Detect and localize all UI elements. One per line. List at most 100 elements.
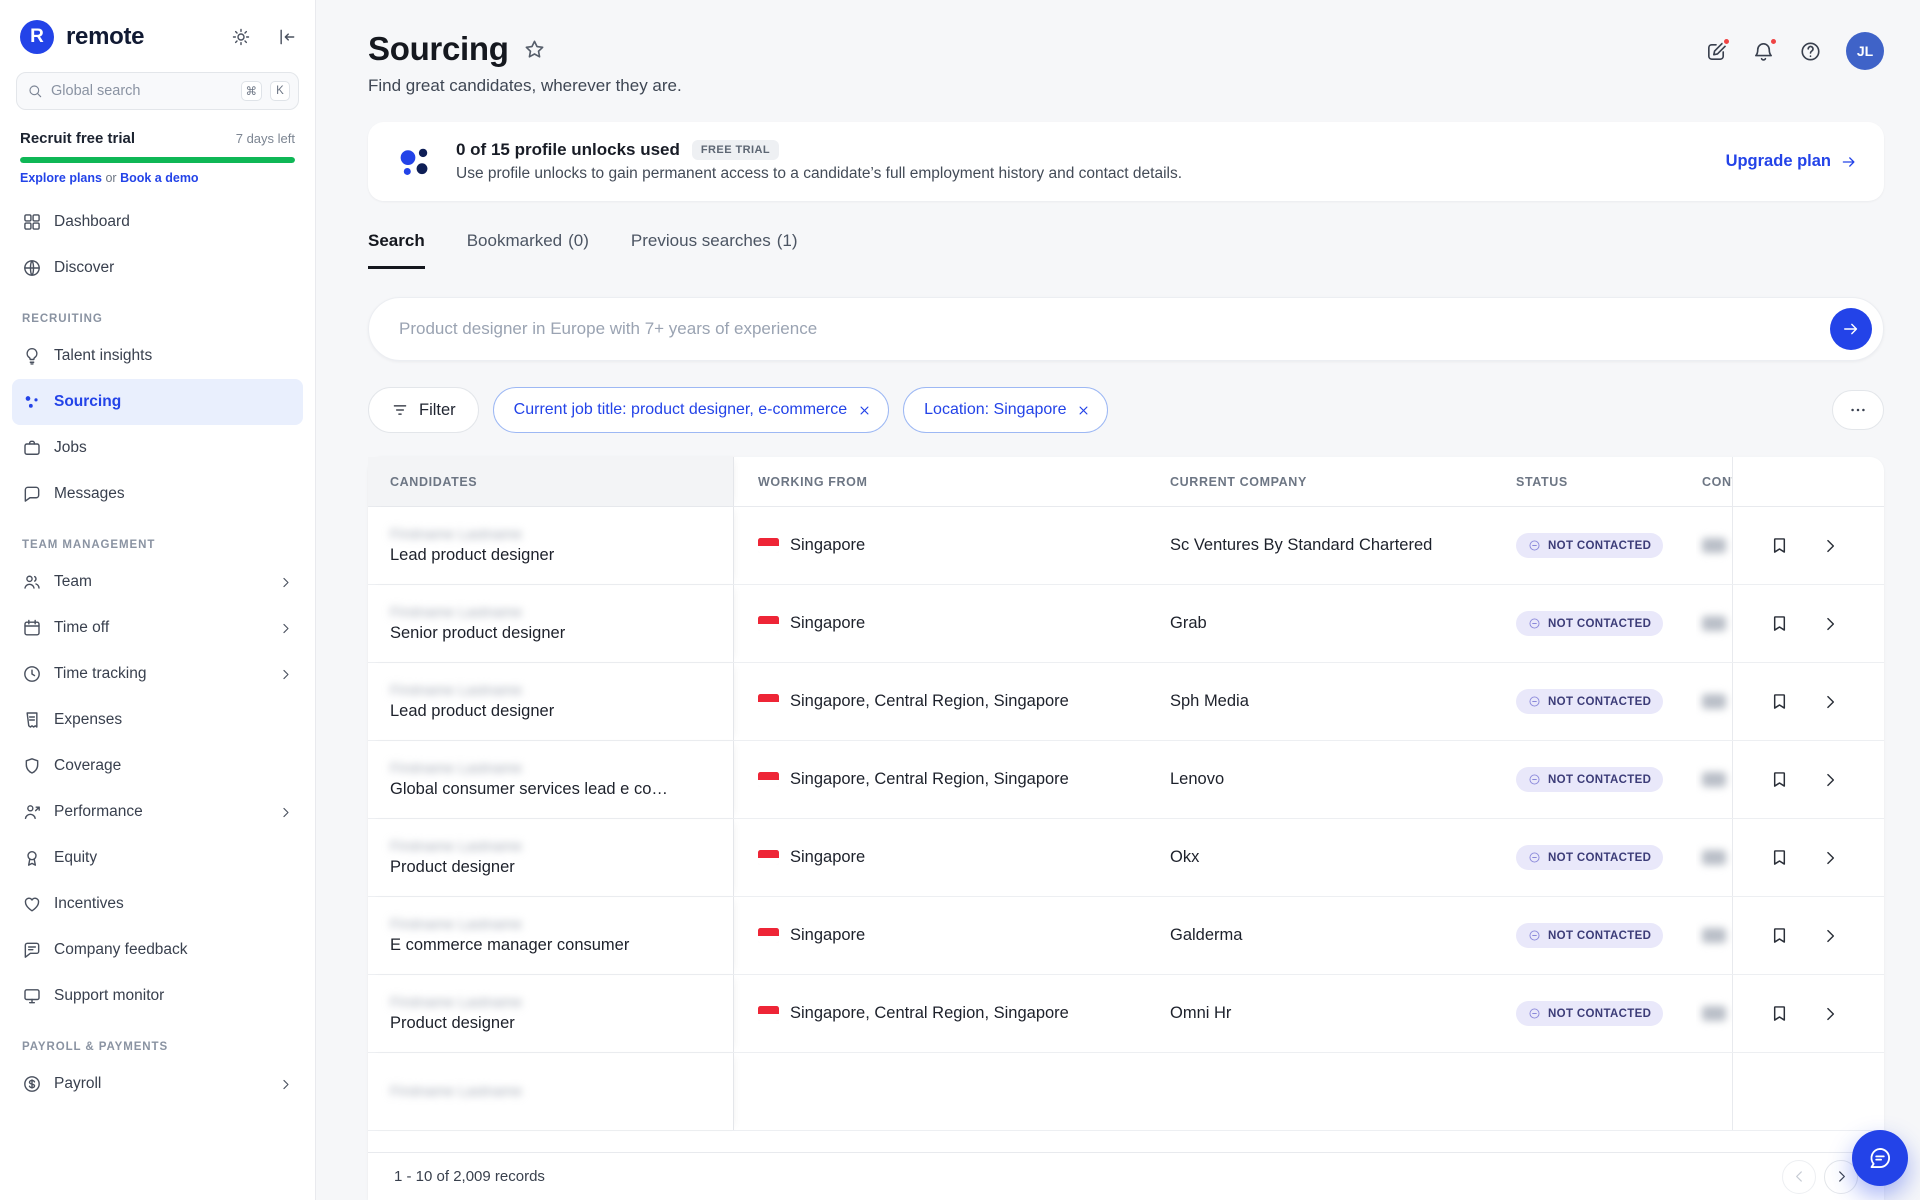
bookmark-button[interactable] bbox=[1769, 613, 1790, 634]
chevron-right-icon bbox=[278, 1077, 293, 1092]
chip-close-button[interactable] bbox=[857, 403, 872, 418]
explore-plans-link[interactable]: Explore plans bbox=[20, 171, 102, 185]
sidebar-item-support-monitor[interactable]: Support monitor bbox=[12, 973, 303, 1019]
sidebar-item-coverage[interactable]: Coverage bbox=[12, 743, 303, 789]
filter-button[interactable]: Filter bbox=[368, 387, 479, 433]
global-search[interactable]: ⌘ K bbox=[16, 72, 299, 110]
bookmark-button[interactable] bbox=[1769, 847, 1790, 868]
sidebar-item-equity[interactable]: Equity bbox=[12, 835, 303, 881]
status-badge-label: NOT CONTACTED bbox=[1548, 774, 1651, 786]
sidebar-item-sourcing[interactable]: Sourcing bbox=[12, 379, 303, 425]
sidebar-item-time-off[interactable]: Time off bbox=[12, 605, 303, 651]
table-body: Firstname LastnameLead product designerS… bbox=[368, 507, 1884, 1152]
status-badge-label: NOT CONTACTED bbox=[1548, 930, 1651, 942]
notifications-button[interactable] bbox=[1752, 40, 1775, 63]
row-actions bbox=[1732, 819, 1884, 896]
notification-dot bbox=[1722, 37, 1731, 46]
table-row[interactable]: Firstname Lastname bbox=[368, 1053, 1884, 1131]
bookmark-button[interactable] bbox=[1769, 535, 1790, 556]
sidebar-item-jobs[interactable]: Jobs bbox=[12, 425, 303, 471]
filter-chip[interactable]: Location: Singapore bbox=[903, 387, 1108, 433]
table-row[interactable]: Firstname LastnameProduct designer Singap… bbox=[368, 819, 1884, 897]
filter-chip[interactable]: Current job title: product designer, e-c… bbox=[493, 387, 889, 433]
collapse-sidebar-button[interactable] bbox=[277, 27, 297, 47]
chat-widget-button[interactable] bbox=[1852, 1130, 1908, 1186]
previous-page-button[interactable] bbox=[1782, 1160, 1816, 1194]
sidebar-item-messages[interactable]: Messages bbox=[12, 471, 303, 517]
open-candidate-button[interactable] bbox=[1820, 1004, 1840, 1024]
trial-days-left: 7 days left bbox=[236, 131, 295, 146]
upgrade-plan-link[interactable]: Upgrade plan bbox=[1726, 152, 1858, 171]
chat-icon bbox=[22, 484, 42, 504]
help-button[interactable] bbox=[1799, 40, 1822, 63]
open-candidate-button[interactable] bbox=[1820, 614, 1840, 634]
sidebar-item-time-tracking[interactable]: Time tracking bbox=[12, 651, 303, 697]
open-candidate-button[interactable] bbox=[1820, 692, 1840, 712]
bookmark-button[interactable] bbox=[1769, 925, 1790, 946]
minus-circle-icon bbox=[1528, 773, 1541, 786]
tab-count: (1) bbox=[777, 231, 798, 251]
working-from-cell: Singapore bbox=[734, 614, 1146, 633]
tab-previous-searches[interactable]: Previous searches(1) bbox=[631, 231, 798, 269]
sidebar-item-team[interactable]: Team bbox=[12, 559, 303, 605]
singapore-flag-icon bbox=[758, 850, 779, 865]
bookmark-button[interactable] bbox=[1769, 691, 1790, 712]
open-candidate-button[interactable] bbox=[1820, 848, 1840, 868]
table-row[interactable]: Firstname LastnameLead product designerS… bbox=[368, 507, 1884, 585]
open-candidate-button[interactable] bbox=[1820, 926, 1840, 946]
filter-chip-label: Current job title: product designer, e-c… bbox=[514, 401, 847, 419]
sidebar-item-incentives[interactable]: Incentives bbox=[12, 881, 303, 927]
current-company-cell: Okx bbox=[1146, 848, 1492, 867]
compose-button[interactable] bbox=[1705, 40, 1728, 63]
sidebar-item-label: Support monitor bbox=[54, 987, 164, 1005]
candidate-title: Product designer bbox=[390, 1014, 733, 1033]
tab-search[interactable]: Search bbox=[368, 231, 425, 269]
bookmark-button[interactable] bbox=[1769, 1003, 1790, 1024]
table-row[interactable]: Firstname LastnameProduct designerSingap… bbox=[368, 975, 1884, 1053]
sidebar-item-talent-insights[interactable]: Talent insights bbox=[12, 333, 303, 379]
ellipsis-icon bbox=[1848, 400, 1868, 420]
sidebar-nav: DashboardDiscoverRECRUITINGTalent insigh… bbox=[0, 189, 315, 1200]
user-avatar[interactable]: JL bbox=[1846, 32, 1884, 70]
working-from-cell: Singapore bbox=[734, 848, 1146, 867]
working-from-cell: Singapore, Central Region, Singapore bbox=[734, 692, 1146, 711]
working-from-text: Singapore bbox=[790, 536, 865, 555]
chevron-right-icon bbox=[1820, 614, 1840, 634]
candidate-search-input[interactable] bbox=[399, 319, 1830, 339]
tabs: Search Bookmarked(0) Previous searches(1) bbox=[368, 231, 1884, 269]
search-submit-button[interactable] bbox=[1830, 308, 1872, 350]
chevron-right-icon bbox=[278, 575, 293, 590]
table-row[interactable]: Firstname LastnameSenior product designe… bbox=[368, 585, 1884, 663]
status-cell: NOT CONTACTED bbox=[1492, 845, 1696, 870]
bookmark-button[interactable] bbox=[1769, 769, 1790, 790]
theme-toggle-button[interactable] bbox=[231, 27, 251, 47]
book-demo-link[interactable]: Book a demo bbox=[120, 171, 199, 185]
global-search-input[interactable] bbox=[51, 83, 233, 99]
open-candidate-button[interactable] bbox=[1820, 536, 1840, 556]
chevron-right-icon bbox=[1820, 692, 1840, 712]
open-candidate-button[interactable] bbox=[1820, 770, 1840, 790]
more-options-button[interactable] bbox=[1832, 390, 1884, 430]
sidebar-item-dashboard[interactable]: Dashboard bbox=[12, 199, 303, 245]
status-badge: NOT CONTACTED bbox=[1516, 1001, 1663, 1026]
sidebar-item-company-feedback[interactable]: Company feedback bbox=[12, 927, 303, 973]
table-row[interactable]: Firstname LastnameLead product designerS… bbox=[368, 663, 1884, 741]
candidate-cell: Firstname LastnameProduct designer bbox=[368, 819, 734, 896]
sidebar-item-expenses[interactable]: Expenses bbox=[12, 697, 303, 743]
favorite-page-button[interactable] bbox=[523, 38, 546, 61]
table-row[interactable]: Firstname LastnameGlobal consumer servic… bbox=[368, 741, 1884, 819]
sidebar-item-discover[interactable]: Discover bbox=[12, 245, 303, 291]
status-badge: NOT CONTACTED bbox=[1516, 611, 1663, 636]
working-from-text: Singapore bbox=[790, 848, 865, 867]
chevron-right-icon bbox=[278, 805, 293, 820]
singapore-flag-icon bbox=[758, 616, 779, 631]
shield-icon bbox=[22, 756, 42, 776]
sidebar-item-performance[interactable]: Performance bbox=[12, 789, 303, 835]
chip-close-button[interactable] bbox=[1076, 403, 1091, 418]
contact-blurred bbox=[1702, 850, 1726, 865]
sidebar-item-payroll[interactable]: Payroll bbox=[12, 1061, 303, 1107]
tab-bookmarked[interactable]: Bookmarked(0) bbox=[467, 231, 589, 269]
sun-icon bbox=[231, 27, 251, 47]
candidate-search-bar[interactable] bbox=[368, 297, 1884, 361]
table-row[interactable]: Firstname LastnameE commerce manager con… bbox=[368, 897, 1884, 975]
